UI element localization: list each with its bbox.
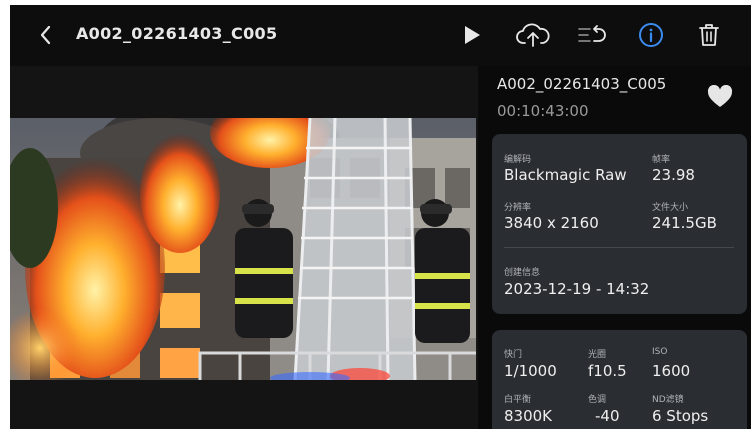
created-label: 创建信息 (504, 268, 541, 278)
shutter-label: 快门 (504, 350, 523, 360)
preview-area (10, 66, 478, 429)
tint-value: -40 (595, 407, 620, 425)
iso-value: 1600 (652, 362, 691, 380)
chevron-left-icon (40, 25, 51, 45)
heart-icon (707, 84, 733, 107)
camera-settings-card: 快门 1/1000 光圈 f10.5 ISO 1600 白平衡 8300K 色调… (492, 330, 747, 429)
iso-label: ISO (652, 347, 668, 357)
clip-info-panel: A002_02261403_C005 00:10:43:00 编解码 Black… (478, 66, 751, 429)
card-divider (504, 247, 734, 248)
play-button[interactable] (460, 19, 484, 51)
trash-icon (699, 24, 719, 46)
list-undo-button[interactable] (575, 19, 609, 51)
white-balance-label: 白平衡 (504, 395, 532, 405)
clip-title: A002_02261403_C005 (76, 24, 278, 43)
resolution-value: 3840 x 2160 (504, 214, 599, 232)
delete-button[interactable] (696, 19, 722, 51)
filesize-label: 文件大小 (652, 203, 689, 213)
codec-value: Blackmagic Raw (504, 166, 627, 184)
cloud-upload-icon (516, 23, 550, 47)
resolution-label: 分辨率 (504, 203, 532, 213)
info-button[interactable] (636, 19, 666, 51)
clip-name: A002_02261403_C005 (497, 75, 667, 93)
top-bar: A002_02261403_C005 (10, 5, 751, 66)
back-button[interactable] (39, 25, 53, 45)
fps-label: 帧率 (652, 155, 671, 165)
info-icon (639, 23, 663, 47)
aperture-label: 光圈 (588, 350, 607, 360)
list-undo-icon (578, 25, 606, 42)
tint-label: 色调 (588, 395, 607, 405)
nd-filter-label: ND滤镜 (652, 395, 684, 405)
app-window: A002_02261403_C005 A002_02261403_C005 00… (10, 5, 751, 429)
play-icon (465, 26, 480, 44)
firefighters-photo (10, 118, 476, 380)
white-balance-value: 8300K (504, 407, 553, 425)
filesize-value: 241.5GB (652, 214, 717, 232)
fps-value: 23.98 (652, 166, 695, 184)
clip-timecode: 00:10:43:00 (497, 102, 589, 120)
nd-filter-value: 6 Stops (652, 407, 709, 425)
aperture-value: f10.5 (588, 362, 627, 380)
favorite-button[interactable] (707, 84, 733, 113)
created-value: 2023-12-19 - 14:32 (504, 280, 650, 298)
media-info-card: 编解码 Blackmagic Raw 帧率 23.98 分辨率 3840 x 2… (492, 134, 747, 314)
shutter-value: 1/1000 (504, 362, 557, 380)
clip-thumbnail[interactable] (10, 118, 476, 380)
codec-label: 编解码 (504, 155, 532, 165)
upload-button[interactable] (513, 19, 553, 51)
